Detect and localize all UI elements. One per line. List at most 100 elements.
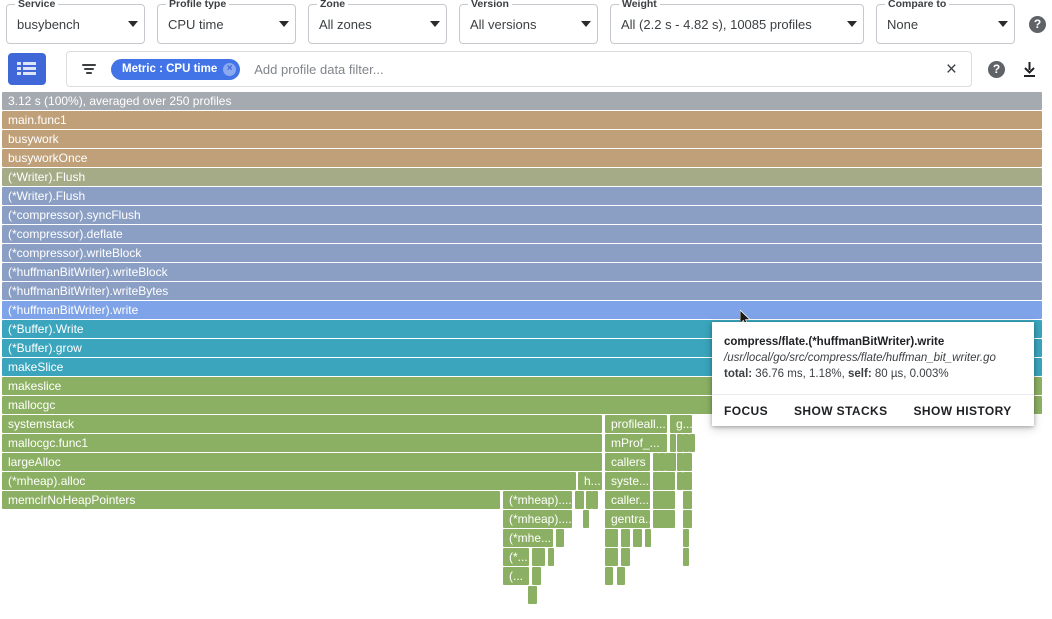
flame-bar[interactable] <box>556 529 564 547</box>
filter-toolbar: Metric : CPU time × Add profile data fil… <box>0 48 1052 90</box>
flame-bar[interactable]: main.func1 <box>2 111 1042 129</box>
flame-bar[interactable] <box>653 510 675 528</box>
flame-bar[interactable]: (*huffmanBitWriter).write <box>2 301 1042 319</box>
version-value: All versions <box>470 17 571 32</box>
service-value: busybench <box>17 17 118 32</box>
weight-value: All (2.2 s - 4.82 s), 10085 profiles <box>621 17 837 32</box>
flame-bar[interactable]: (*mhe... <box>503 529 553 547</box>
flame-bar[interactable] <box>605 529 618 547</box>
flame-bar[interactable]: (... <box>503 567 529 585</box>
download-icon[interactable] <box>1021 61 1038 78</box>
chevron-down-icon[interactable] <box>581 21 591 27</box>
flame-bar[interactable]: (*mheap).... <box>503 510 572 528</box>
flame-bar[interactable] <box>548 548 554 566</box>
help-icon[interactable]: ? <box>988 61 1005 78</box>
flame-bar[interactable]: busywork <box>2 130 1042 148</box>
flame-bar[interactable]: callers <box>605 453 650 471</box>
focus-button[interactable]: FOCUS <box>724 404 768 418</box>
flame-bar[interactable]: (*Writer).Flush <box>2 168 1042 186</box>
close-icon[interactable]: × <box>223 63 236 76</box>
flame-bar[interactable]: (*... <box>503 548 529 566</box>
profile-type-label: Profile type <box>166 0 229 10</box>
tooltip-actions: FOCUS SHOW STACKS SHOW HISTORY <box>712 394 1034 426</box>
flame-bar[interactable] <box>683 472 692 490</box>
chevron-down-icon[interactable] <box>128 21 138 27</box>
flame-bar[interactable] <box>689 434 695 452</box>
flame-bar[interactable]: (*compressor).writeBlock <box>2 244 1042 262</box>
service-label: Service <box>15 0 58 10</box>
flame-bar[interactable] <box>683 529 689 547</box>
profile-type-select[interactable]: Profile type CPU time <box>157 4 296 44</box>
flame-bar[interactable]: gentra... <box>605 510 650 528</box>
flame-bar[interactable]: caller... <box>605 491 650 509</box>
flame-bar[interactable] <box>683 510 692 528</box>
node-details-tooltip: compress/flate.(*huffmanBitWriter).write… <box>712 322 1034 426</box>
flame-bar[interactable] <box>645 529 651 547</box>
service-select[interactable]: Service busybench <box>6 4 145 44</box>
flame-bar[interactable]: (*Writer).Flush <box>2 187 1042 205</box>
tooltip-self-value: 80 µs, 0.003% <box>872 368 949 380</box>
flame-bar[interactable]: systemstack <box>2 415 602 433</box>
filter-funnel-icon[interactable] <box>81 62 97 76</box>
filter-chip-metric[interactable]: Metric : CPU time × <box>111 59 240 80</box>
flame-bar[interactable] <box>617 567 625 585</box>
compare-to-label: Compare to <box>885 0 949 10</box>
compare-to-select[interactable]: Compare to None <box>876 4 1015 44</box>
flame-bar[interactable] <box>653 491 675 509</box>
flame-bar[interactable]: profileall... <box>605 415 667 433</box>
flame-bar[interactable]: mProf_... <box>605 434 667 452</box>
flame-bar[interactable] <box>621 548 630 566</box>
flame-bar[interactable]: (*compressor).deflate <box>2 225 1042 243</box>
flame-bar[interactable] <box>670 453 676 471</box>
filter-input-placeholder[interactable]: Add profile data filter... <box>254 62 946 77</box>
version-select[interactable]: Version All versions <box>459 4 598 44</box>
help-icon[interactable]: ? <box>1029 16 1046 33</box>
flame-bar[interactable]: busyworkOnce <box>2 149 1042 167</box>
compare-to-value: None <box>887 17 988 32</box>
flame-bar[interactable] <box>653 472 675 490</box>
filter-input-container[interactable]: Metric : CPU time × Add profile data fil… <box>66 51 972 87</box>
flame-bar[interactable] <box>532 567 541 585</box>
list-view-button[interactable] <box>8 53 46 85</box>
flame-bar[interactable] <box>683 548 689 566</box>
flame-bar[interactable]: 3.12 s (100%), averaged over 250 profile… <box>2 92 1042 110</box>
chevron-down-icon[interactable] <box>279 21 289 27</box>
tooltip-total-label: total: <box>724 368 752 380</box>
flame-bar[interactable]: (*huffmanBitWriter).writeBlock <box>2 263 1042 281</box>
flame-bar[interactable] <box>621 529 630 547</box>
flame-bar[interactable] <box>592 491 598 509</box>
flame-bar[interactable] <box>605 567 613 585</box>
flame-bar[interactable]: syste... <box>605 472 650 490</box>
flame-bar[interactable]: (*huffmanBitWriter).writeBytes <box>2 282 1042 300</box>
filter-chip-label: Metric : CPU time <box>122 63 217 75</box>
show-stacks-button[interactable]: SHOW STACKS <box>794 404 888 418</box>
flame-bar[interactable]: (*compressor).syncFlush <box>2 206 1042 224</box>
flame-bar[interactable]: memclrNoHeapPointers <box>2 491 500 509</box>
show-history-button[interactable]: SHOW HISTORY <box>914 404 1012 418</box>
flame-bar[interactable]: (*mheap).alloc <box>2 472 576 490</box>
clear-filter-button[interactable]: × <box>946 60 957 79</box>
weight-select[interactable]: Weight All (2.2 s - 4.82 s), 10085 profi… <box>610 4 864 44</box>
flame-bar[interactable]: largeAlloc <box>2 453 602 471</box>
chevron-down-icon[interactable] <box>430 21 440 27</box>
flame-bar[interactable] <box>583 510 589 528</box>
flame-bar[interactable]: h... <box>578 472 602 490</box>
zone-select[interactable]: Zone All zones <box>308 4 447 44</box>
flame-bar[interactable] <box>670 434 676 452</box>
chevron-down-icon[interactable] <box>998 21 1008 27</box>
flame-bar[interactable]: mallocgc.func1 <box>2 434 602 452</box>
flame-bar[interactable]: (*mheap).... <box>503 491 572 509</box>
tooltip-stats: total: 36.76 ms, 1.18%, self: 80 µs, 0.0… <box>724 366 1022 382</box>
flame-bar[interactable]: g... <box>670 415 692 433</box>
tooltip-function-name: compress/flate.(*huffmanBitWriter).write <box>724 334 1022 350</box>
flame-bar[interactable] <box>633 529 642 547</box>
flame-bar[interactable] <box>605 548 618 566</box>
flame-bar[interactable] <box>683 453 692 471</box>
chevron-down-icon[interactable] <box>847 21 857 27</box>
list-view-icon <box>17 61 37 77</box>
zone-label: Zone <box>317 0 348 10</box>
flame-bar[interactable] <box>575 491 584 509</box>
flame-bar[interactable] <box>532 548 545 566</box>
flame-bar[interactable] <box>528 586 537 604</box>
flame-bar[interactable] <box>683 491 692 509</box>
